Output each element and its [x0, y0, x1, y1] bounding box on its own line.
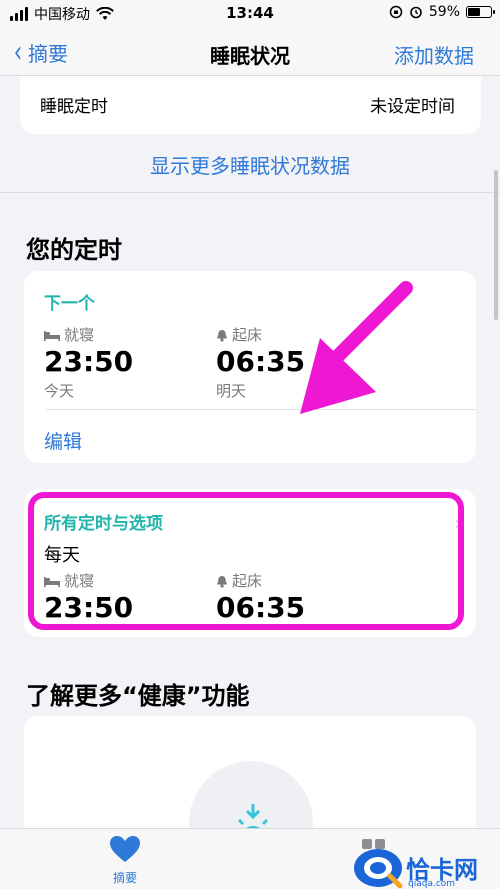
- highlight-annotation-box: [28, 492, 464, 630]
- wake-label: 起床: [232, 326, 263, 344]
- wake-day: 明天: [216, 382, 247, 400]
- learn-section-title: 了解更多“健康”功能: [26, 682, 250, 710]
- sleep-schedule-row[interactable]: 睡眠定时 未设定时间: [20, 76, 481, 134]
- heart-icon: [110, 836, 140, 862]
- bell-icon: [217, 330, 227, 342]
- edit-button[interactable]: 编辑: [44, 427, 82, 454]
- schedule-section-title: 您的定时: [26, 236, 122, 264]
- orientation-lock-icon: [389, 5, 403, 19]
- alarm-icon: [410, 6, 422, 19]
- battery-percent: 59%: [428, 4, 460, 20]
- bedtime-time: 23:50: [44, 345, 134, 378]
- scroll-indicator[interactable]: [494, 170, 498, 320]
- bed-icon: [44, 330, 60, 341]
- battery-icon: [466, 6, 495, 18]
- next-header: 下一个: [44, 294, 95, 314]
- watermark-badge-icon: [354, 849, 403, 889]
- sleep-schedule-label: 睡眠定时: [40, 97, 108, 117]
- watermark-url: qiaqa.com: [408, 879, 456, 889]
- show-more-sleep-data-link[interactable]: 显示更多睡眠状况数据: [0, 150, 500, 179]
- wake-label-row: 起床: [216, 324, 262, 345]
- watermark-logo: 恰卡网 qiaqa.com: [350, 846, 500, 889]
- bedtime-label: 就寝: [64, 326, 95, 344]
- section-divider: [0, 192, 500, 193]
- battery-fill: [468, 8, 480, 16]
- add-data-button[interactable]: 添加数据: [394, 40, 474, 69]
- bedtime-day: 今天: [44, 382, 75, 400]
- status-right: 59%: [389, 4, 495, 20]
- navigation-bar: ‹ 摘要 睡眠状况 添加数据: [0, 28, 500, 76]
- arrow-annotation-icon: [300, 281, 413, 414]
- bedtime-label-row: 就寝: [44, 324, 94, 345]
- tab-summary-label: 摘要: [112, 871, 137, 885]
- sleep-schedule-value: 未设定时间: [370, 97, 455, 117]
- tab-summary[interactable]: 摘要: [96, 835, 154, 886]
- status-bar: 中国移动 13:44 59%: [0, 0, 500, 28]
